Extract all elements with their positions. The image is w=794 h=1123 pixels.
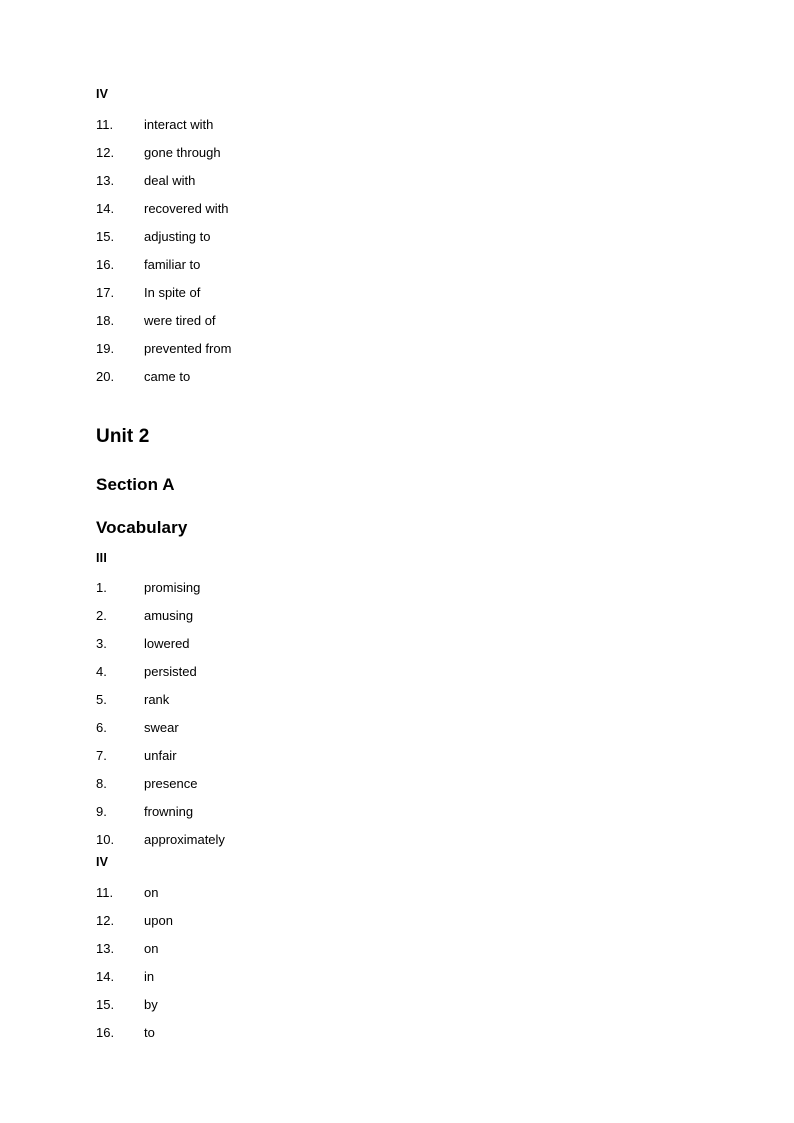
spacer-after-vocabulary xyxy=(96,536,706,552)
answer-row: 9. frowning xyxy=(96,798,706,826)
answer-text: came to xyxy=(144,368,191,384)
spacer-after-section xyxy=(96,493,706,519)
answer-number: 15. xyxy=(96,996,115,1012)
answer-text: on xyxy=(144,884,159,900)
answer-row: 12. gone through xyxy=(96,139,706,167)
answer-row: 16. to xyxy=(96,1019,706,1047)
answer-row: 11. on xyxy=(96,879,706,907)
answer-text: promising xyxy=(144,580,201,595)
answer-text: frowning xyxy=(144,804,194,819)
answer-number: 17. xyxy=(96,284,115,300)
answer-list-iv-top: 11. interact with 12. gone through 13. deal w… xyxy=(96,111,706,391)
answer-text: approximately xyxy=(144,832,225,847)
spacer-before-unit xyxy=(96,391,706,427)
answer-number: 13. xyxy=(96,172,115,188)
answer-row: 7. unfair xyxy=(96,742,706,770)
answer-row: 20. came to xyxy=(96,363,706,391)
answer-text: swear xyxy=(144,720,179,735)
answer-text: recovered with xyxy=(144,200,229,216)
answer-number: 18. xyxy=(96,312,115,328)
answer-text: upon xyxy=(144,912,173,928)
group-marker-iv-bottom: IV xyxy=(96,855,109,869)
answer-number: 1. xyxy=(96,580,107,595)
answer-text: persisted xyxy=(144,664,197,679)
answer-number: 14. xyxy=(96,200,115,216)
answer-number: 16. xyxy=(96,1024,115,1040)
unit-heading: Unit 2 xyxy=(96,425,150,447)
answer-number: 11. xyxy=(96,116,114,132)
answer-number: 15. xyxy=(96,228,115,244)
answer-number: 6. xyxy=(96,720,107,735)
answer-row: 10. approximately xyxy=(96,826,706,854)
answer-text: adjusting to xyxy=(144,228,211,244)
answer-text: on xyxy=(144,940,159,956)
answer-number: 7. xyxy=(96,748,107,763)
answer-row: 14. recovered with xyxy=(96,195,706,223)
answer-row: 4. persisted xyxy=(96,658,706,686)
answer-number: 9. xyxy=(96,804,107,819)
answer-row: 13. deal with xyxy=(96,167,706,195)
answer-row: 17. In spite of xyxy=(96,279,706,307)
answer-number: 5. xyxy=(96,692,107,707)
group-marker-iii: III xyxy=(96,550,108,565)
answer-number: 13. xyxy=(96,940,115,956)
answer-row: 15. adjusting to xyxy=(96,223,706,251)
answer-number: 2. xyxy=(96,608,107,623)
answer-text: presence xyxy=(144,776,198,791)
answer-row: 18. were tired of xyxy=(96,307,706,335)
answer-row: 13. on xyxy=(96,935,706,963)
answer-row: 11. interact with xyxy=(96,111,706,139)
page-content: IV 11. interact with 12. gone through 13. dea… xyxy=(96,88,706,1047)
answer-row: 2. amusing xyxy=(96,602,706,630)
answer-text: lowered xyxy=(144,636,190,651)
answer-row: 8. presence xyxy=(96,770,706,798)
answer-row: 15. by xyxy=(96,991,706,1019)
answer-number: 12. xyxy=(96,912,115,928)
answer-text: amusing xyxy=(144,608,194,623)
answer-row: 12. upon xyxy=(96,907,706,935)
answer-text: deal with xyxy=(144,172,196,188)
answer-number: 19. xyxy=(96,340,115,356)
answer-number: 14. xyxy=(96,968,115,984)
answer-row: 5. rank xyxy=(96,686,706,714)
answer-number: 11. xyxy=(96,884,114,900)
answer-text: rank xyxy=(144,692,170,707)
answer-number: 12. xyxy=(96,144,115,160)
answer-text: in xyxy=(144,968,155,984)
answer-number: 3. xyxy=(96,636,107,651)
answer-text: to xyxy=(144,1024,155,1040)
document-page: IV 11. interact with 12. gone through 13. dea… xyxy=(0,0,794,1123)
answer-row: 3. lowered xyxy=(96,630,706,658)
answer-number: 20. xyxy=(96,368,115,384)
group-marker-iv-top: IV xyxy=(96,87,109,101)
answer-row: 19. prevented from xyxy=(96,335,706,363)
answer-number: 10. xyxy=(96,832,115,847)
spacer-after-unit xyxy=(96,446,706,476)
answer-number: 4. xyxy=(96,664,107,679)
answer-text: by xyxy=(144,996,158,1012)
vocabulary-heading: Vocabulary xyxy=(96,517,188,537)
answer-list-iii: 1. promising 2. amusing 3. lowered 4. persisted… xyxy=(96,574,706,854)
answer-row: 1. promising xyxy=(96,574,706,602)
answer-row: 14. in xyxy=(96,963,706,991)
answer-text: were tired of xyxy=(144,312,216,328)
answer-text: interact with xyxy=(144,116,214,132)
answer-number: 16. xyxy=(96,256,115,272)
answer-number: 8. xyxy=(96,776,107,791)
answer-row: 6. swear xyxy=(96,714,706,742)
answer-text: unfair xyxy=(144,748,177,763)
section-heading: Section A xyxy=(96,474,175,494)
answer-list-iv-bottom: 11. on 12. upon 13. on 14. in 15. by 16. to xyxy=(96,879,706,1047)
answer-text: prevented from xyxy=(144,340,232,356)
answer-text: familiar to xyxy=(144,256,201,272)
answer-row: 16. familiar to xyxy=(96,251,706,279)
answer-text: gone through xyxy=(144,144,221,160)
answer-text: In spite of xyxy=(144,284,201,300)
